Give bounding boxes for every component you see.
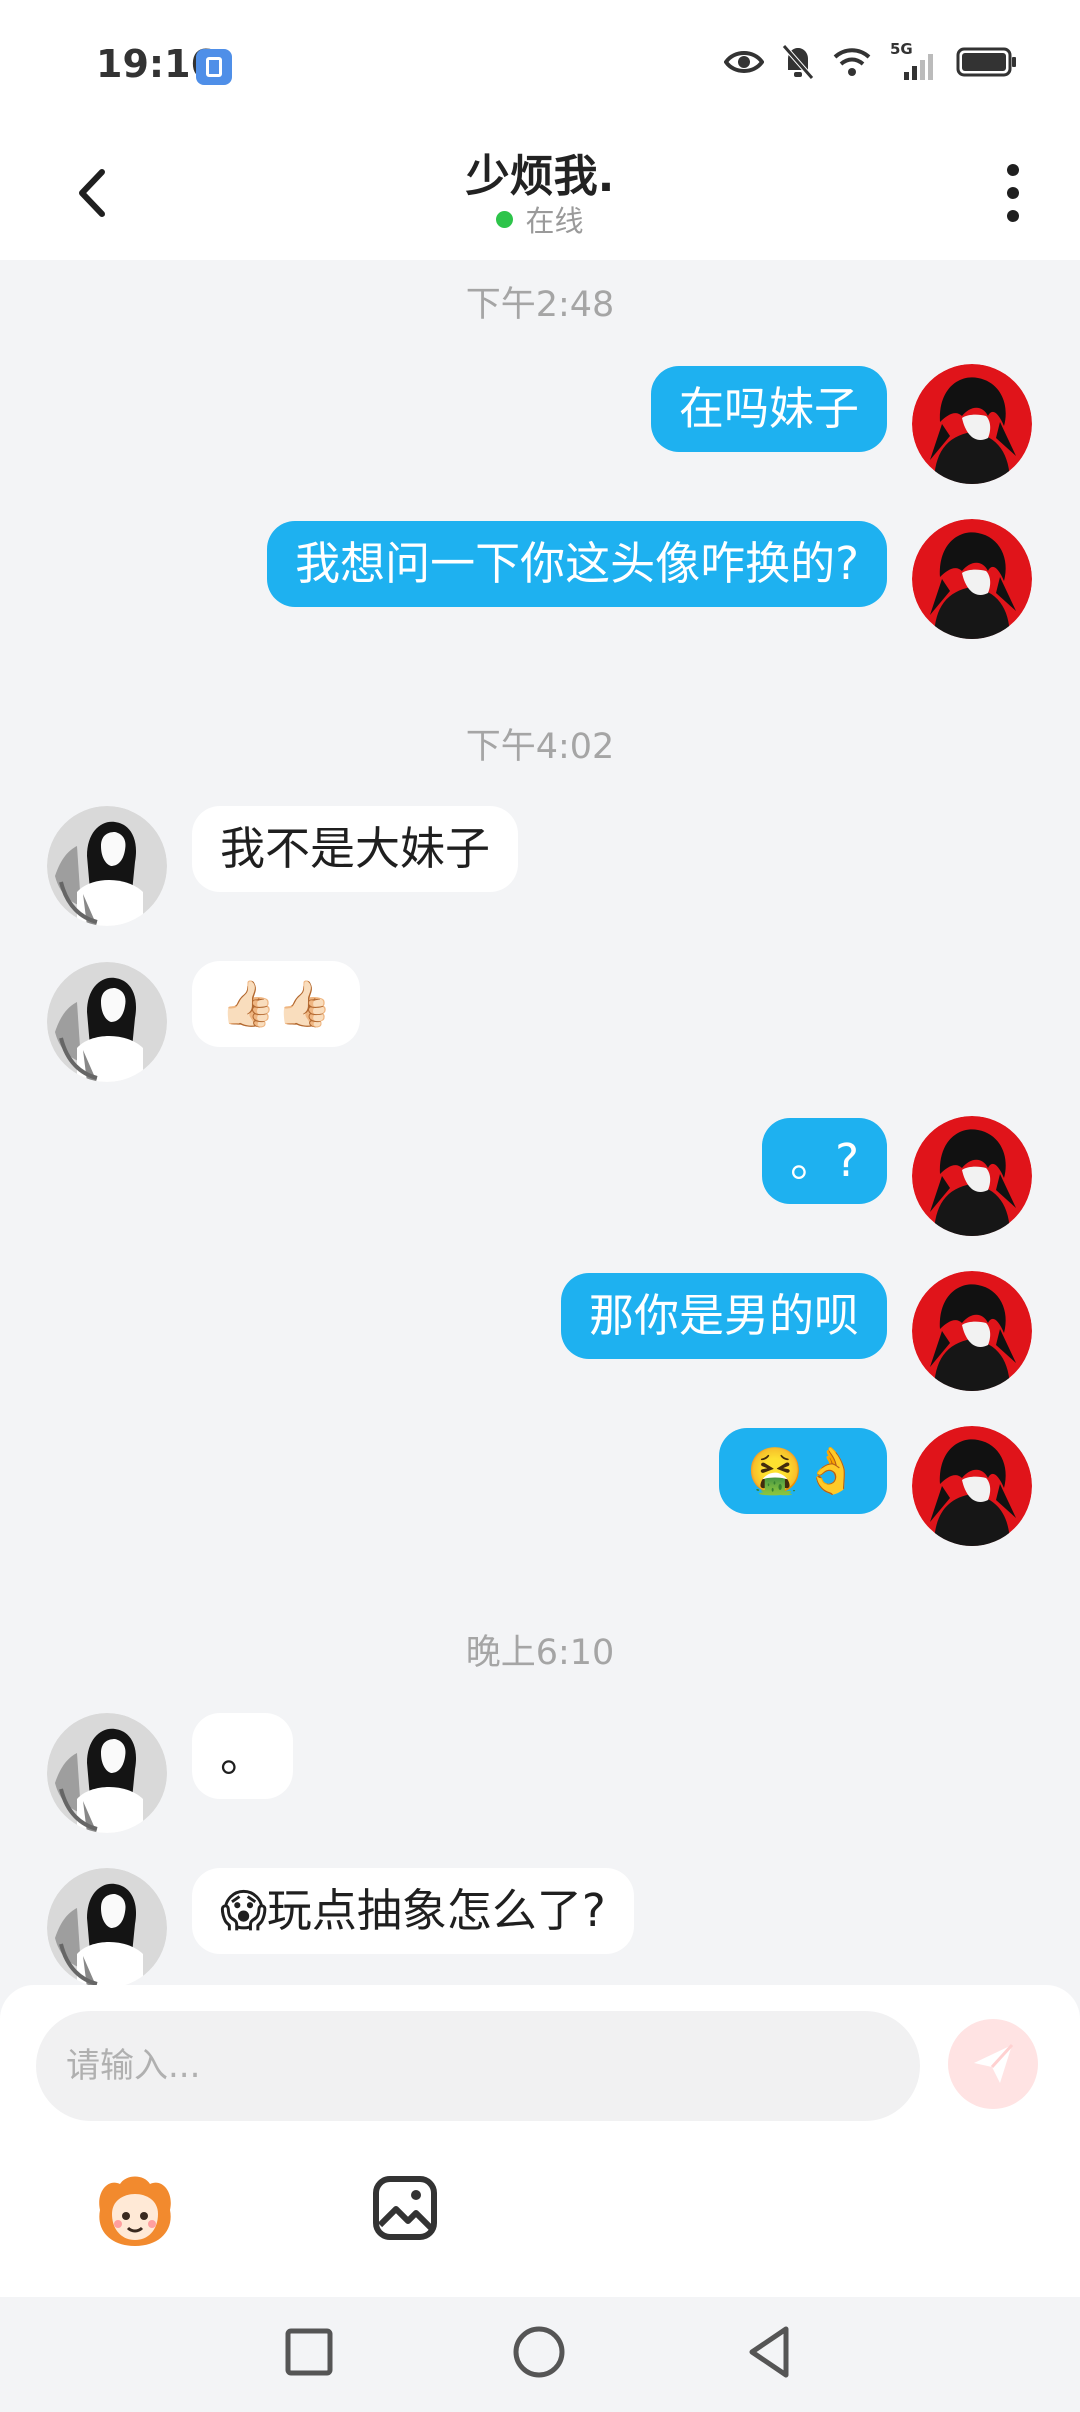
timestamp: 晚上6:10: [465, 1633, 615, 1673]
chat-screen: 19:16 5G 少烦我. 在线 下午2:48 在吗妹子 我想问一下你这头像咋换…: [0, 0, 1080, 2412]
message-bubble[interactable]: 我想问一下你这头像咋换的?: [267, 521, 887, 607]
wifi-icon: [833, 48, 871, 76]
message-bubble[interactable]: 😱玩点抽象怎么了?: [192, 1868, 634, 1954]
message-bubble[interactable]: 在吗妹子: [650, 366, 887, 452]
online-dot: [496, 211, 514, 228]
composer: [0, 1985, 1080, 2297]
contact-avatar[interactable]: [47, 1713, 167, 1833]
self-avatar[interactable]: [912, 1426, 1032, 1546]
status-icons: 5G: [724, 40, 1018, 80]
eye-icon: [724, 51, 764, 73]
online-status: 在线: [0, 198, 1080, 240]
contact-name: 少烦我.: [465, 151, 615, 202]
timestamp: 下午2:48: [465, 285, 615, 325]
send-icon: [974, 2043, 1014, 2083]
battery-icon: [956, 47, 1016, 77]
app-notification-icon: [196, 49, 232, 85]
home-button[interactable]: [504, 2317, 574, 2387]
message-bubble[interactable]: 我不是大妹子: [192, 806, 519, 892]
contact-avatar[interactable]: [47, 962, 167, 1082]
more-options-button[interactable]: [998, 160, 1028, 226]
timestamp: 下午4:02: [465, 727, 615, 767]
recents-button[interactable]: [274, 2317, 344, 2387]
message-bubble[interactable]: 👍🏻👍🏻: [192, 961, 361, 1047]
circle-icon: [513, 2326, 565, 2378]
image-button[interactable]: [370, 2173, 440, 2243]
back-nav-button[interactable]: [734, 2317, 804, 2387]
self-avatar[interactable]: [912, 1116, 1032, 1236]
system-nav-bar: [0, 2297, 1080, 2412]
message-bubble[interactable]: 。?: [762, 1118, 887, 1204]
image-icon: [373, 2176, 437, 2240]
triangle-back-icon: [749, 2326, 789, 2378]
contact-avatar[interactable]: [47, 1868, 167, 1988]
self-avatar[interactable]: [912, 364, 1032, 484]
more-vertical-icon: [1007, 164, 1019, 222]
message-list[interactable]: 下午2:48 在吗妹子 我想问一下你这头像咋换的? 下午4:02 我不是大妹子 …: [0, 260, 1080, 1990]
self-avatar[interactable]: [912, 519, 1032, 639]
message-input[interactable]: [36, 2011, 920, 2121]
mascot-sticker-button[interactable]: [90, 2170, 180, 2250]
signal-5g-icon: 5G: [890, 40, 938, 80]
send-button[interactable]: [948, 2019, 1038, 2109]
bell-muted-icon: [782, 44, 814, 80]
square-icon: [285, 2328, 333, 2376]
status-bar: 19:16 5G: [0, 0, 1080, 130]
contact-avatar[interactable]: [47, 806, 167, 926]
message-bubble[interactable]: 。: [192, 1713, 294, 1799]
mascot-sticker-icon: [99, 2176, 171, 2246]
chat-header: 少烦我. 在线: [0, 130, 1080, 260]
message-bubble[interactable]: 那你是男的呗: [560, 1273, 887, 1359]
self-avatar[interactable]: [912, 1271, 1032, 1391]
message-bubble[interactable]: 🤮👌: [718, 1428, 887, 1514]
online-status-label: 在线: [525, 204, 584, 238]
